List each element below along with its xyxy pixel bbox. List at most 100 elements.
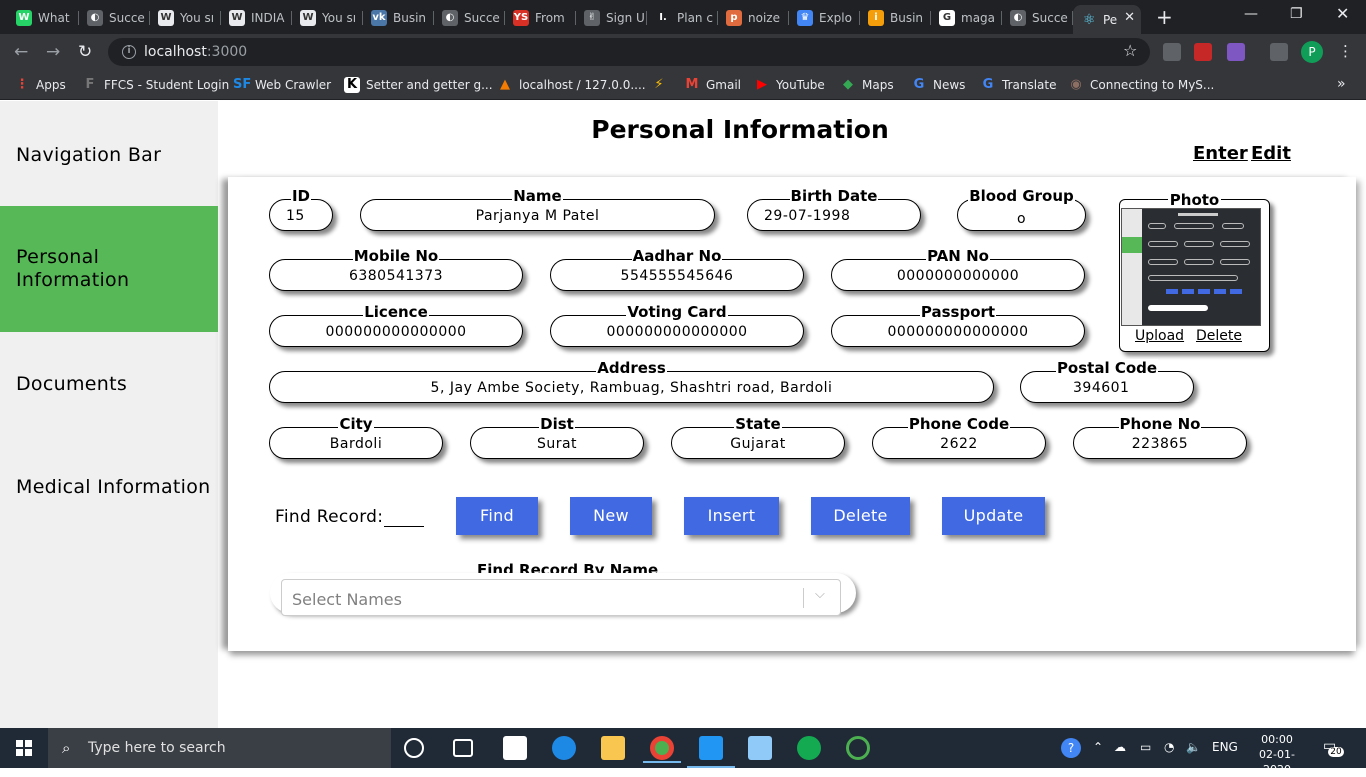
new-tab-button[interactable]: +: [1156, 5, 1173, 29]
vscode-icon[interactable]: [687, 736, 735, 768]
enter-link[interactable]: Enter: [1193, 143, 1248, 164]
cortana-icon[interactable]: [404, 738, 424, 758]
upload-photo-link[interactable]: Upload: [1135, 328, 1184, 344]
blood-group-field[interactable]: Blood Group o: [957, 187, 1086, 231]
minimize-button[interactable]: —: [1244, 6, 1258, 22]
sidebar-item-medical-information[interactable]: Medical Information: [0, 476, 218, 499]
chevron-down-icon[interactable]: ⌵: [815, 587, 825, 602]
city-field[interactable]: City Bardoli: [269, 415, 443, 459]
passport-field[interactable]: Passport 000000000000000: [831, 303, 1085, 347]
reading-list-icon[interactable]: [1270, 43, 1288, 61]
find-button[interactable]: Find: [456, 497, 538, 535]
bookmark-item[interactable]: ◆ Maps: [840, 77, 894, 93]
browser-tab[interactable]: ◐ Succe: [79, 5, 150, 31]
language-indicator[interactable]: ENG: [1212, 740, 1238, 754]
bookmark-item[interactable]: ▲ localhost / 127.0.0....: [497, 77, 646, 93]
edge-icon[interactable]: [552, 736, 576, 760]
name-field[interactable]: Name Parjanya M Patel: [360, 187, 715, 231]
bookmark-item[interactable]: G Translate: [980, 77, 1057, 93]
bookmark-item[interactable]: M Gmail: [684, 77, 741, 93]
browser-tab[interactable]: YS From: [505, 5, 576, 31]
browser-tab[interactable]: vk Busin: [363, 5, 434, 31]
app-icon[interactable]: [748, 736, 772, 760]
browser-tab[interactable]: ◐ Succe: [434, 5, 505, 31]
wifi-icon[interactable]: ◔: [1164, 740, 1174, 754]
birth-date-field[interactable]: Birth Date 29-07-1998: [747, 187, 921, 231]
sidebar-item-personal-information[interactable]: Personal Information: [0, 206, 218, 332]
back-icon[interactable]: ←: [14, 42, 28, 62]
voting-card-field[interactable]: Voting Card 000000000000000: [550, 303, 804, 347]
edit-link[interactable]: Edit: [1251, 143, 1291, 164]
delete-photo-link[interactable]: Delete: [1196, 328, 1242, 344]
volume-icon[interactable]: 🔈: [1186, 740, 1201, 754]
state-field[interactable]: State Gujarat: [671, 415, 845, 459]
system-clock[interactable]: 00:00 02-01-2020: [1250, 732, 1304, 777]
more-bookmarks-icon[interactable]: »: [1337, 76, 1346, 92]
browser-tab-active[interactable]: ⚛ Pe ✕: [1073, 5, 1141, 34]
mail-icon[interactable]: [503, 736, 527, 760]
chrome-icon[interactable]: [643, 736, 681, 763]
update-button[interactable]: Update: [942, 497, 1045, 535]
reload-icon[interactable]: ↻: [78, 42, 92, 62]
browser-tab[interactable]: ◐ Succe: [1002, 5, 1073, 31]
close-tab-icon[interactable]: ✕: [1124, 10, 1135, 25]
bookmark-item[interactable]: SF Web Crawler: [233, 77, 331, 93]
site-info-icon[interactable]: i: [122, 45, 136, 59]
browser-tab[interactable]: W You sı: [292, 5, 363, 31]
phone-code-field[interactable]: Phone Code 2622: [872, 415, 1046, 459]
windows-start-icon[interactable]: [16, 740, 32, 756]
maximize-button[interactable]: ❐: [1290, 6, 1303, 22]
browser-tab[interactable]: I. Plan c: [647, 5, 718, 31]
dist-field[interactable]: Dist Surat: [470, 415, 644, 459]
onedrive-icon[interactable]: ☁: [1114, 740, 1126, 754]
battery-icon[interactable]: ▭: [1140, 740, 1151, 754]
bookmark-item[interactable]: ⋮ Apps: [14, 77, 66, 93]
task-view-icon[interactable]: [453, 739, 473, 757]
bookmark-item[interactable]: ◉ Connecting to MyS...: [1068, 77, 1214, 93]
mobile-no-field[interactable]: Mobile No 6380541373: [269, 247, 523, 291]
browser-tab[interactable]: ✌ Sign U: [576, 5, 647, 31]
file-explorer-icon[interactable]: [601, 736, 625, 760]
bookmark-item[interactable]: K Setter and getter g...: [344, 77, 493, 93]
id-field[interactable]: ID 15: [269, 187, 333, 231]
address-bar[interactable]: i localhost:3000: [108, 38, 1150, 66]
browser-menu-icon[interactable]: ⋮: [1338, 42, 1353, 60]
browser-tab[interactable]: i Busin: [860, 5, 931, 31]
browser-tab[interactable]: ♛ Explo: [789, 5, 860, 31]
find-record-input[interactable]: [384, 505, 424, 527]
profile-avatar[interactable]: P: [1301, 41, 1323, 63]
browser-tab[interactable]: W INDIA: [221, 5, 292, 31]
extension-icon[interactable]: [1227, 43, 1245, 61]
chevron-up-icon[interactable]: ⌃: [1093, 740, 1103, 754]
licence-field[interactable]: Licence 000000000000000: [269, 303, 523, 347]
aadhar-no-field[interactable]: Aadhar No 554555545646: [550, 247, 804, 291]
taskbar-search[interactable]: ⌕ Type here to search: [48, 728, 391, 768]
bookmark-star-icon[interactable]: ☆: [1123, 41, 1137, 60]
bookmark-item[interactable]: ⚡: [651, 77, 673, 93]
app-icon[interactable]: [846, 736, 870, 760]
name-select[interactable]: Select Names ⌵: [281, 579, 841, 616]
extension-icon[interactable]: [1194, 43, 1212, 61]
forward-icon[interactable]: →: [46, 42, 60, 62]
browser-tab[interactable]: p noize: [718, 5, 789, 31]
postal-code-field[interactable]: Postal Code 394601: [1020, 359, 1194, 403]
browser-tab[interactable]: W You sı: [150, 5, 221, 31]
phone-no-field[interactable]: Phone No 223865: [1073, 415, 1247, 459]
bookmark-item[interactable]: F FFCS - Student Login: [82, 77, 230, 93]
sidebar-item-documents[interactable]: Documents: [0, 373, 218, 396]
delete-button[interactable]: Delete: [811, 497, 910, 535]
bookmark-item[interactable]: ▶ YouTube: [754, 77, 825, 93]
bookmark-item[interactable]: G News: [911, 77, 966, 93]
mongodb-icon[interactable]: [797, 736, 821, 760]
address-field[interactable]: Address 5, Jay Ambe Society, Rambuag, Sh…: [269, 359, 994, 403]
pan-no-field[interactable]: PAN No 0000000000000: [831, 247, 1085, 291]
help-icon[interactable]: ?: [1061, 738, 1081, 758]
new-button[interactable]: New: [570, 497, 652, 535]
insert-button[interactable]: Insert: [684, 497, 779, 535]
extension-icon[interactable]: [1163, 43, 1181, 61]
tab-favicon-icon: YS: [513, 10, 529, 26]
close-window-button[interactable]: ✕: [1336, 4, 1349, 23]
notification-center-icon[interactable]: ▭20: [1323, 738, 1352, 757]
browser-tab[interactable]: W What: [8, 5, 79, 31]
browser-tab[interactable]: Gmaga: [931, 5, 1002, 31]
